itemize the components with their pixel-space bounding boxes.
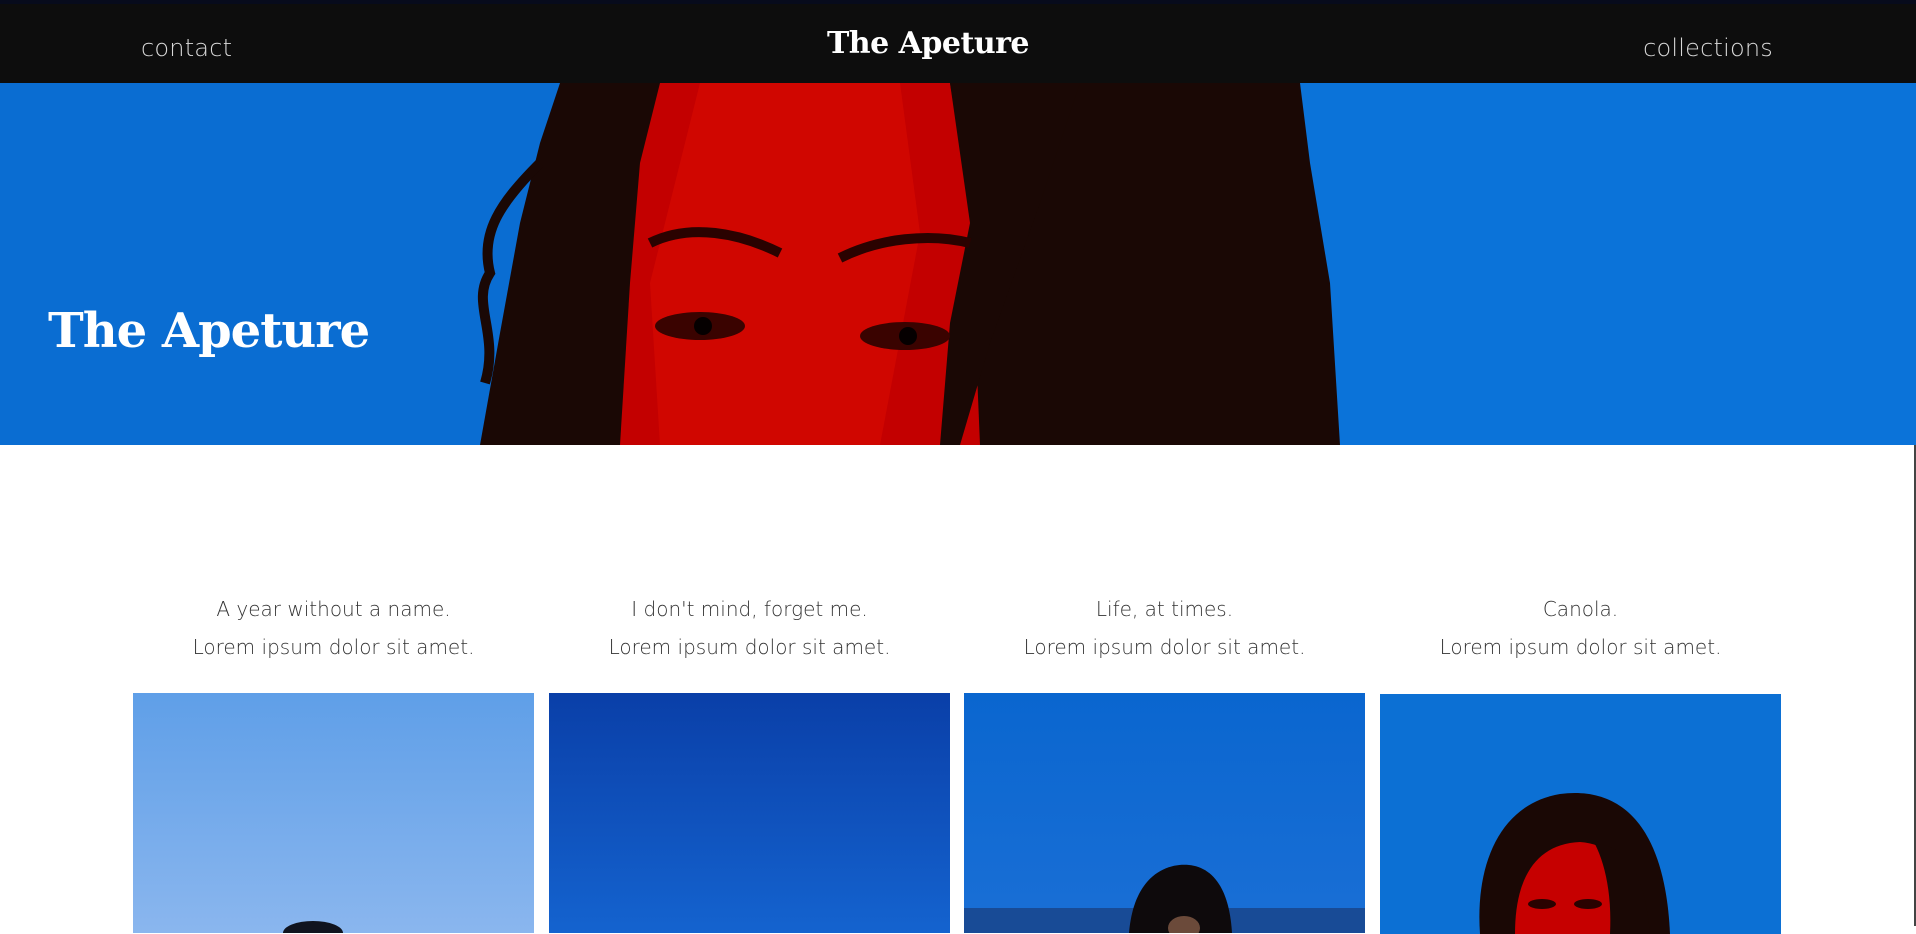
collection-subtitle: Lorem ipsum dolor sit amet. (608, 635, 891, 659)
collection-card[interactable]: Life, at times. Lorem ipsum dolor sit am… (964, 590, 1365, 933)
collection-subtitle: Lorem ipsum dolor sit amet. (1439, 635, 1722, 659)
collection-subtitle: Lorem ipsum dolor sit amet. (1023, 635, 1306, 659)
collection-subtitle: Lorem ipsum dolor sit amet. (192, 635, 475, 659)
hero-photo (0, 83, 1916, 445)
collection-thumbnail[interactable] (964, 693, 1365, 933)
collection-thumbnail[interactable] (1380, 694, 1781, 934)
brand-logo[interactable]: The Apeture (0, 26, 1856, 61)
top-nav-bar: contact The Apeture collections (0, 0, 1916, 83)
collection-card[interactable]: I don't mind, forget me. Lorem ipsum dol… (549, 590, 950, 933)
collection-card[interactable]: A year without a name. Lorem ipsum dolor… (133, 590, 534, 933)
collection-title: Canola. (1542, 597, 1619, 621)
collection-thumbnail[interactable] (133, 693, 534, 933)
collection-title: Life, at times. (1095, 597, 1234, 621)
hero-banner: The Apeture (0, 83, 1916, 445)
collection-card[interactable]: Canola. Lorem ipsum dolor sit amet. (1380, 590, 1781, 934)
collection-title: A year without a name. (216, 597, 451, 621)
hero-title: The Apeture (48, 303, 370, 359)
collection-thumbnail[interactable] (549, 693, 950, 933)
collection-title: I don't mind, forget me. (631, 597, 868, 621)
nav-collections-link[interactable]: collections (1643, 34, 1773, 62)
